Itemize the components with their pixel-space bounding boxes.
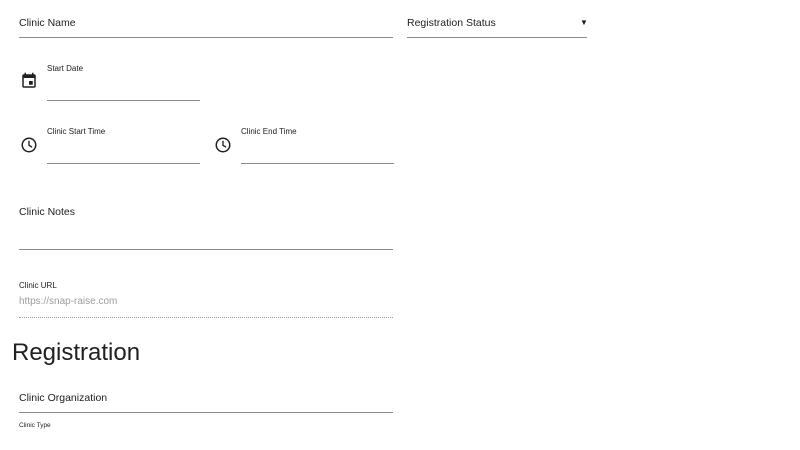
clinic-start-time-field[interactable]: Clinic Start Time	[47, 125, 200, 165]
clinic-notes-underline	[19, 249, 393, 250]
registration-section-title: Registration	[12, 339, 141, 366]
clinic-url-underline	[19, 317, 393, 318]
clinic-end-time-underline	[241, 163, 394, 164]
clinic-notes-field[interactable]: Clinic Notes	[19, 202, 393, 250]
clinic-start-time-underline	[47, 163, 200, 164]
calendar-icon[interactable]	[20, 72, 38, 90]
clinic-end-time-label: Clinic End Time	[241, 127, 297, 136]
clock-icon[interactable]	[214, 136, 232, 154]
registration-status-placeholder: Registration Status	[407, 17, 496, 29]
clinic-url-label: Clinic URL	[19, 281, 57, 290]
clinic-organization-underline	[19, 412, 393, 413]
clock-icon[interactable]	[20, 136, 38, 154]
start-date-field[interactable]: Start Date	[47, 62, 200, 102]
clinic-type-label: Clinic Type	[19, 422, 51, 429]
clinic-url-value: https://snap-raise.com	[19, 296, 118, 307]
clinic-type-field[interactable]: Clinic Type	[19, 420, 393, 450]
registration-status-select[interactable]: Registration Status ▼	[407, 12, 588, 38]
clinic-start-time-label: Clinic Start Time	[47, 127, 106, 136]
clinic-name-placeholder: Clinic Name	[19, 17, 76, 29]
clinic-name-underline	[19, 37, 393, 38]
clinic-organization-field[interactable]: Clinic Organization	[19, 387, 393, 413]
clinic-organization-placeholder: Clinic Organization	[19, 392, 108, 404]
clinic-notes-placeholder: Clinic Notes	[19, 206, 76, 218]
clinic-form-page: Clinic Name Registration Status ▼ Start …	[0, 0, 800, 450]
clinic-end-time-field[interactable]: Clinic End Time	[241, 125, 394, 165]
start-date-label: Start Date	[47, 64, 84, 73]
chevron-down-icon: ▼	[580, 18, 588, 27]
clinic-url-field[interactable]: Clinic URL https://snap-raise.com	[19, 279, 393, 319]
registration-status-underline	[407, 37, 587, 38]
start-date-underline	[47, 100, 200, 101]
clinic-name-field[interactable]: Clinic Name	[19, 12, 393, 38]
